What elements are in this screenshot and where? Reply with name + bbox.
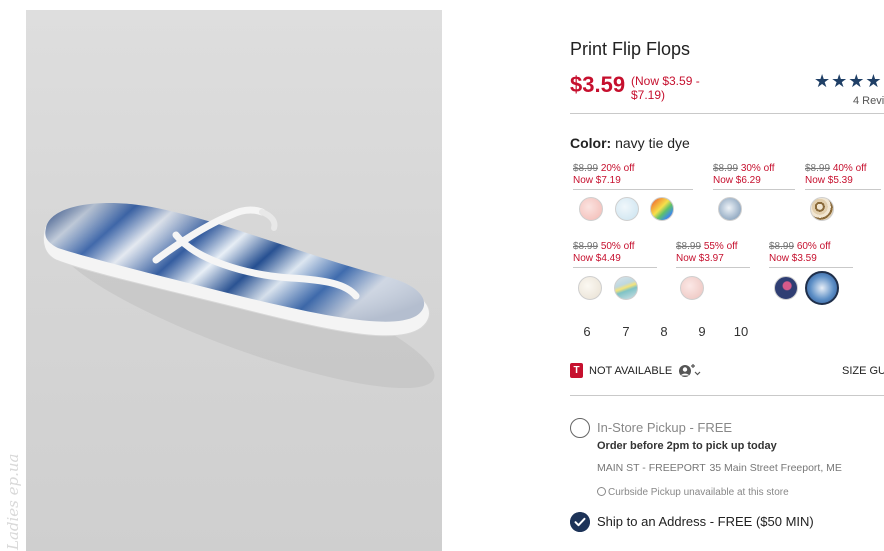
swatch-blush[interactable]	[680, 276, 704, 300]
availability-status: NOT AVAILABLE	[589, 365, 673, 377]
now-price: Now $7.19	[573, 175, 621, 186]
swatch-blue-gray-tie-dye[interactable]	[718, 197, 742, 221]
divider	[769, 267, 853, 268]
divider	[573, 267, 657, 268]
now-price: Now $6.29	[713, 175, 761, 186]
store-name: MAIN ST - FREEPORT	[597, 462, 706, 474]
curbside-note: Curbside Pickup unavailable at this stor…	[597, 486, 789, 498]
size-option[interactable]: 6	[574, 324, 600, 339]
color-label: Color:	[570, 135, 612, 151]
divider	[805, 189, 881, 190]
discount: 20% off	[600, 163, 635, 174]
divider	[713, 189, 795, 190]
divider	[570, 395, 884, 396]
color-selection: Color: navy tie dye	[570, 135, 690, 151]
discount: 50% off	[600, 241, 635, 252]
discount: 30% off	[740, 163, 775, 174]
price-range: (Now $3.59 - $7.19)	[631, 74, 700, 102]
was-price: $8.99	[676, 241, 702, 252]
was-price: $8.99	[769, 241, 795, 252]
color-value: navy tie dye	[615, 135, 690, 151]
store-location[interactable]: MAIN ST - FREEPORT 35 Main Street Freepo…	[597, 462, 842, 474]
watermark: Ladies ep.ua	[4, 453, 22, 551]
in-store-pickup-radio[interactable]	[570, 418, 590, 438]
pickup-note: Order before 2pm to pick up today	[597, 440, 777, 452]
swatch-light-blue-marble[interactable]	[615, 197, 639, 221]
size-option[interactable]: 8	[651, 324, 677, 339]
divider	[570, 113, 884, 114]
was-price: $8.99	[573, 241, 599, 252]
flip-flop-image	[42, 202, 435, 389]
availability-row: T NOT AVAILABLE SIZE GU	[570, 363, 884, 379]
divider	[573, 189, 693, 190]
in-store-pickup-label: In-Store Pickup - FREE	[597, 420, 733, 435]
product-photo[interactable]	[26, 10, 442, 551]
divider	[676, 267, 750, 268]
was-price: $8.99	[573, 163, 599, 174]
size-option[interactable]: 7	[613, 324, 639, 339]
now-price: Now $5.39	[805, 175, 853, 186]
swatch-teal-stripe[interactable]	[614, 276, 638, 300]
curbside-text: Curbside Pickup unavailable at this stor…	[608, 487, 789, 498]
swatch-cream[interactable]	[578, 276, 602, 300]
reviews-link[interactable]: 4 Revi	[853, 95, 884, 107]
size-option[interactable]: 9	[689, 324, 715, 339]
discount: 55% off	[703, 241, 738, 252]
was-price: $8.99	[805, 163, 831, 174]
swatch-pink-marble[interactable]	[579, 197, 603, 221]
size-option[interactable]: 10	[728, 324, 754, 339]
unavailable-icon	[597, 487, 606, 496]
size-selector: 6 7 8 9 10	[570, 324, 770, 342]
price-group-40: $8.99 40% off Now $5.39	[805, 163, 881, 190]
now-price: Now $3.97	[676, 253, 724, 264]
swatch-navy-tie-dye[interactable]	[805, 271, 839, 305]
price-group-30: $8.99 30% off Now $6.29	[713, 163, 795, 190]
price-group-60: $8.99 60% off Now $3.59	[769, 241, 853, 268]
discount: 60% off	[796, 241, 831, 252]
ship-to-address-label: Ship to an Address - FREE ($50 MIN)	[597, 514, 814, 529]
swatch-leopard[interactable]	[810, 197, 834, 221]
now-price: Now $4.49	[573, 253, 621, 264]
swatch-rainbow[interactable]	[650, 197, 674, 221]
price-group-55: $8.99 55% off Now $3.97	[676, 241, 750, 268]
price-group-20: $8.99 20% off Now $7.19	[573, 163, 693, 190]
store-address: 35 Main Street Freeport, ME	[709, 462, 842, 474]
store-badge-icon: T	[570, 363, 583, 378]
discount: 40% off	[832, 163, 867, 174]
user-plus-chevron-icon[interactable]	[678, 364, 702, 378]
product-panel: Print Flip Flops $3.59 (Now $3.59 - $7.1…	[570, 0, 884, 551]
swatch-navy-floral[interactable]	[774, 276, 798, 300]
product-title: Print Flip Flops	[570, 39, 691, 59]
was-price: $8.99	[713, 163, 739, 174]
ship-to-address-checkbox[interactable]	[570, 512, 590, 532]
rating-stars-icon[interactable]: ★★★★	[814, 71, 883, 92]
price-group-50: $8.99 50% off Now $4.49	[573, 241, 657, 268]
now-price: Now $3.59	[769, 253, 817, 264]
sale-price: $3.59	[570, 72, 626, 97]
size-guide-link[interactable]: SIZE GU	[842, 365, 884, 377]
